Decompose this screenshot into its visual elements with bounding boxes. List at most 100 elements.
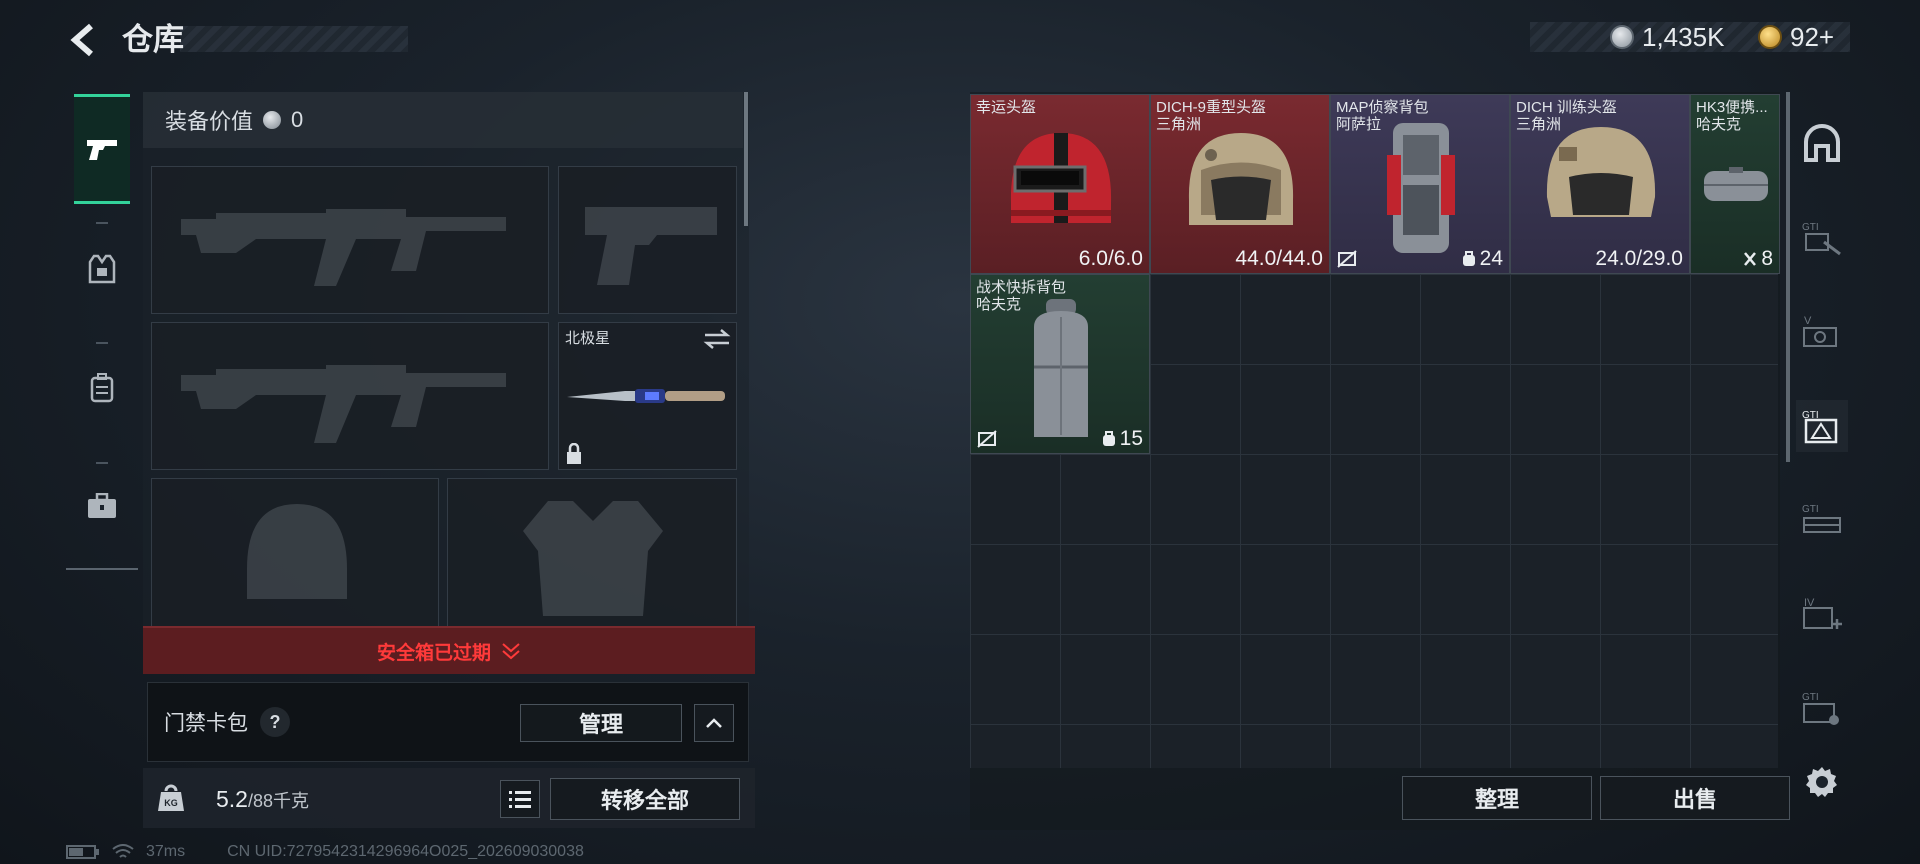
gear-icon [1806,767,1837,797]
nav-backpack-tab[interactable] [74,338,130,438]
item-origin: 阿萨拉 [1336,116,1382,133]
back-arrow-icon [70,23,93,57]
item-capacity: 8 [1743,247,1773,271]
silver-currency[interactable]: 1,435K [1610,22,1724,52]
svg-text:GTI: GTI [1802,504,1819,515]
vest-silhouette-icon [523,501,663,616]
armor-slot[interactable] [447,478,737,628]
sidearm-slot[interactable] [558,166,737,314]
primary-weapon-slot[interactable] [151,166,549,314]
stash-item[interactable]: 幸运头盔 6.0/6.0 [970,94,1150,274]
back-button[interactable] [64,20,104,60]
red-helmet-icon [1010,133,1112,223]
double-chevron-down-icon [502,643,520,660]
crate-stamp-icon: GTI [1802,222,1841,256]
item-origin: 哈夫克 [1696,116,1742,133]
pistol-icon [87,140,117,160]
page-title: 仓库 [122,22,184,57]
silver-coin-icon [1610,25,1634,49]
stash-tab-5[interactable]: GTI [1796,494,1848,546]
stash-tab-7[interactable]: GTI [1796,682,1848,734]
settings-button[interactable] [1796,756,1848,808]
crate-gear-icon: GTI [1802,692,1839,725]
item-name: MAP侦察背包 [1336,99,1429,116]
silver-coin-icon [263,111,282,129]
training-helmet-icon [1546,127,1656,217]
nav-case-tab[interactable] [74,456,130,556]
stash-scrollbar[interactable] [1786,92,1790,462]
nav-weapons-tab[interactable] [74,94,130,204]
sell-button[interactable]: 出售 [1600,776,1790,820]
knife-icon [567,389,725,403]
item-durability: 24.0/29.0 [1595,247,1683,270]
tactical-backpack-icon [1034,299,1088,437]
item-durability: 44.0/44.0 [1235,247,1323,270]
item-capacity-value: 24 [1479,247,1503,270]
card-pack-label: 门禁卡包 [164,712,248,735]
help-icon[interactable]: ? [260,707,290,737]
left-category-nav [66,92,138,570]
stash-tab-arch[interactable] [1796,118,1848,170]
svg-text:KG: KG [164,798,178,808]
briefcase-icon [88,493,116,518]
svg-text:GTI: GTI [1802,222,1819,233]
list-icon [509,791,531,808]
manage-button[interactable]: 管理 [520,704,682,742]
stash-tab-2[interactable]: GTI [1796,212,1848,264]
backpack-capacity-icon [1102,431,1115,446]
list-view-button[interactable] [500,780,540,818]
stash-item[interactable]: MAP侦察背包 阿萨拉 24 [1330,94,1510,274]
gold-coin-icon [1758,25,1782,49]
uid-readout: CN UID:7279542314296964O025_202609030038 [227,843,584,860]
stash-item[interactable]: 战术快拆背包 哈夫克 15 [970,274,1150,454]
swap-icon[interactable] [703,329,731,349]
sort-button[interactable]: 整理 [1402,776,1592,820]
item-durability: 6.0/6.0 [1078,247,1143,270]
stash-tab-4-active[interactable]: GTI [1796,400,1848,452]
arch-icon [1804,124,1840,162]
weight-max: /88千克 [247,791,310,811]
equipment-value-amount: 0 [291,107,304,132]
item-capacity: 15 [1102,427,1143,451]
rifle-silhouette-icon [181,365,506,443]
wifi-icon [112,844,134,858]
crate-add-icon: IV [1803,597,1842,629]
secondary-weapon-slot[interactable] [151,322,549,470]
item-capacity-value: 8 [1761,247,1773,270]
stash-tab-3[interactable]: V [1796,306,1848,358]
heavy-helmet-icon [1188,133,1294,225]
stash-item[interactable]: DICH-9重型头盔 三角洲 44.0/44.0 [1150,94,1330,274]
helmet-silhouette-icon [247,504,347,599]
stash-item[interactable]: HK3便携... 哈夫克 8 [1690,94,1780,274]
equipment-scrollbar[interactable] [744,92,748,226]
backpack-icon [90,373,114,403]
item-name: DICH-9重型头盔 [1156,99,1267,116]
item-capacity: 24 [1462,247,1503,271]
backpack-capacity-icon [1744,252,1757,266]
helmet-slot[interactable] [151,478,439,628]
nav-armor-tab[interactable] [74,219,130,319]
weight-icon: KG [158,784,184,811]
stash-item[interactable]: DICH 训练头盔 三角洲 24.0/29.0 [1510,94,1690,274]
collapse-button[interactable] [694,704,734,742]
lock-icon [567,443,581,464]
melee-slot[interactable]: 北极星 [558,322,737,470]
item-name: 战术快拆背包 [976,279,1067,296]
title-decoration [180,26,408,52]
melee-name: 北极星 [565,330,611,347]
recon-backpack-icon [1387,123,1455,253]
stash-tab-6[interactable]: IV [1796,588,1848,640]
transfer-all-button[interactable]: 转移全部 [550,778,740,820]
battery-icon [66,845,99,859]
safebox-expired-banner[interactable]: 安全箱已过期 [143,626,755,674]
gold-amount: 92+ [1790,21,1835,52]
weight-current: 5.2 [216,786,248,812]
chevron-up-icon [706,718,722,728]
weight-readout: 5.2 /88千克 [216,786,309,813]
item-capacity-value: 15 [1119,427,1143,450]
no-insure-icon [977,430,997,448]
item-origin: 哈夫克 [976,296,1022,313]
ping-readout: 37ms [146,843,186,860]
gold-currency[interactable]: 92+ [1758,22,1834,52]
pistol-silhouette-icon [585,207,717,285]
